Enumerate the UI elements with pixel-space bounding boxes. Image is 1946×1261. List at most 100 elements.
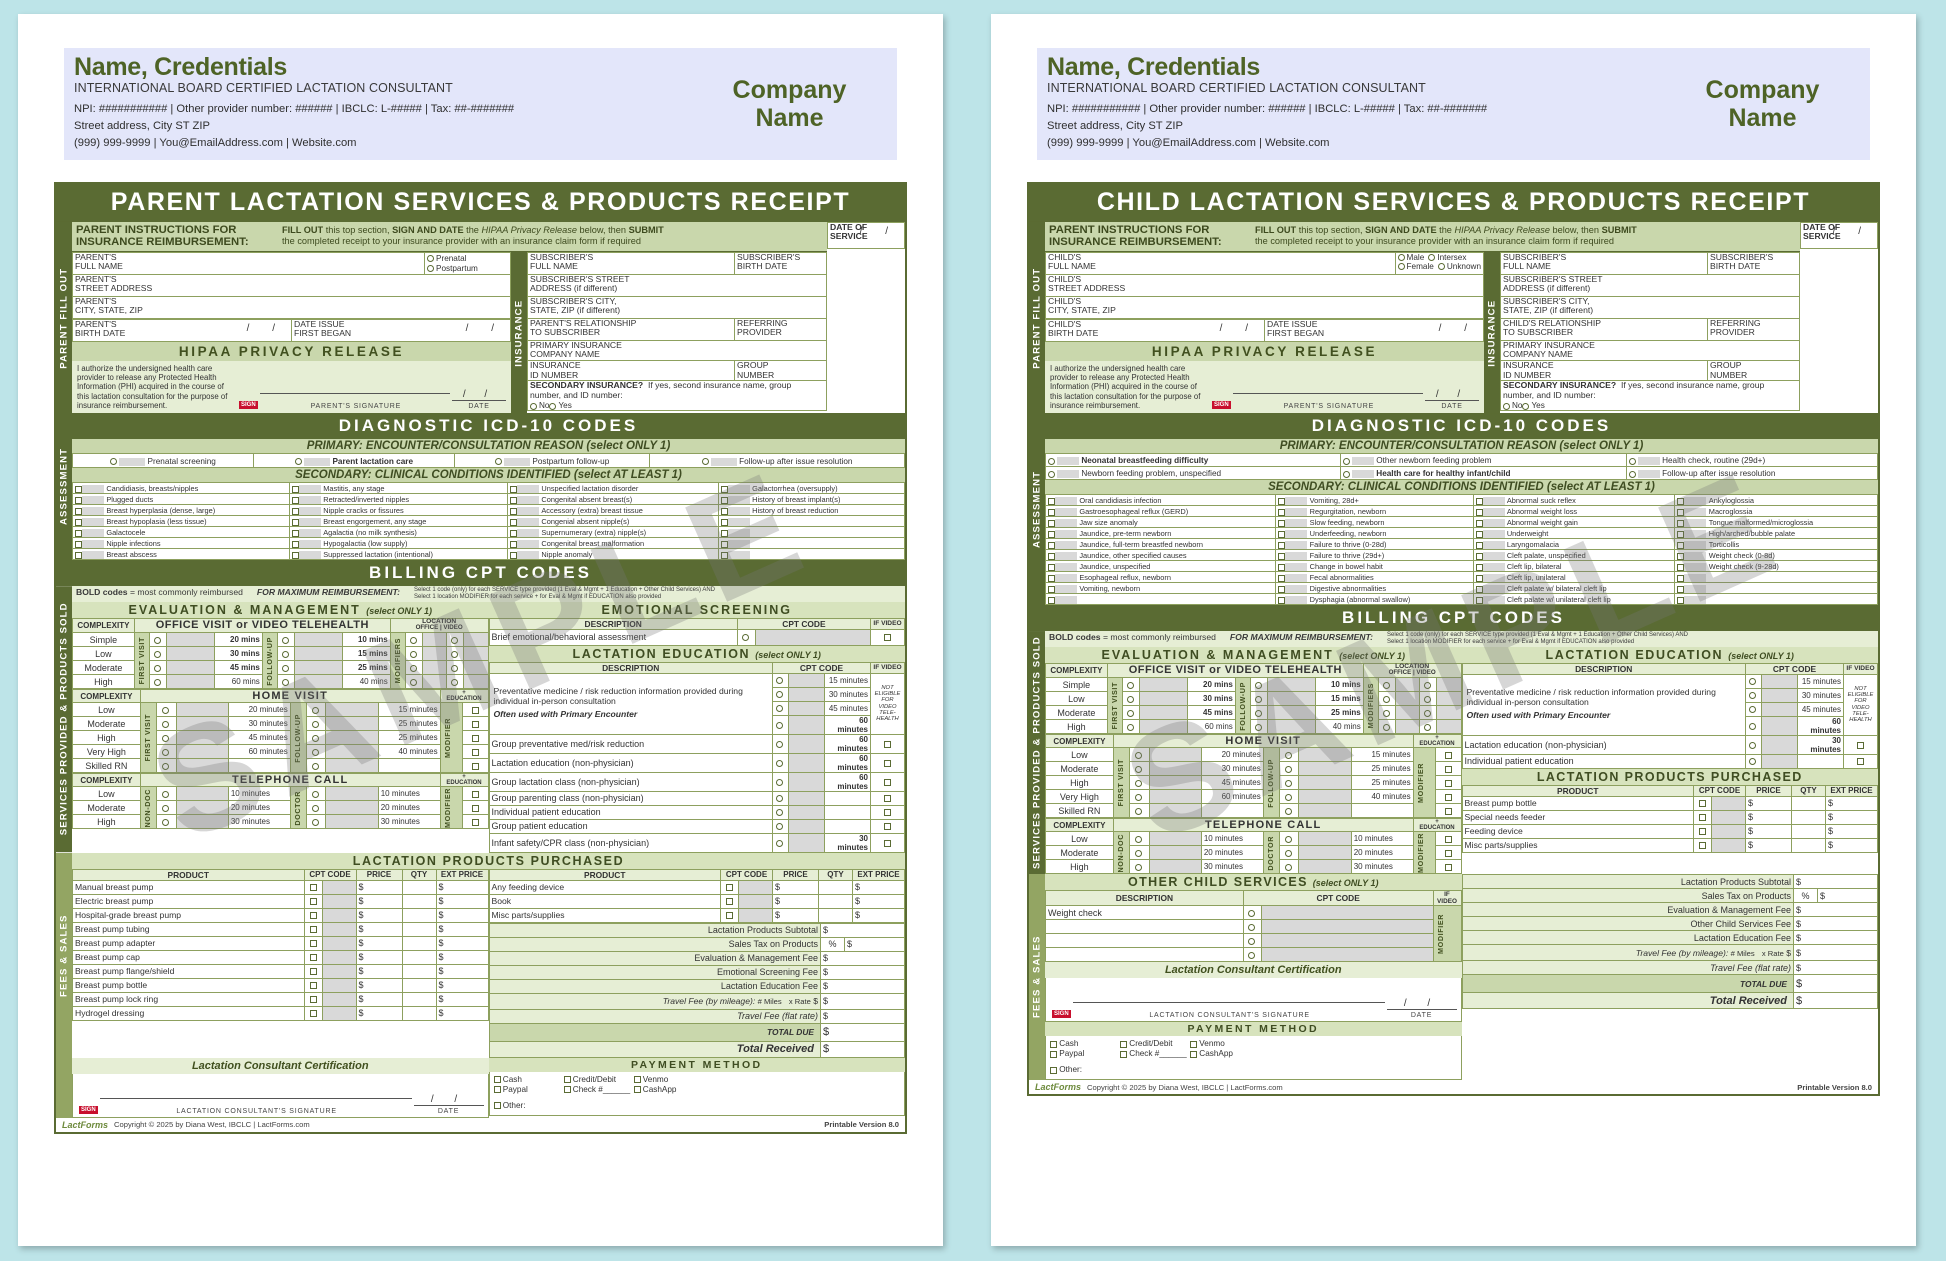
checkbox-icon[interactable]: [75, 551, 82, 559]
product-code[interactable]: [321, 977, 357, 993]
radio-icon[interactable]: [161, 819, 169, 827]
condition-checkbox-cell[interactable]: History of breast reduction: [717, 504, 906, 517]
radio-icon[interactable]: [450, 651, 458, 659]
checkbox-icon[interactable]: [1699, 814, 1706, 822]
condition-checkbox-cell[interactable]: Failure to thrive (29d+): [1275, 549, 1474, 562]
other-radio[interactable]: [1242, 905, 1262, 921]
product-price[interactable]: $: [355, 893, 403, 909]
first-visit-code[interactable]: [175, 702, 229, 718]
modifier-video-code[interactable]: [463, 646, 489, 662]
modifier-office-radio[interactable]: [1377, 677, 1397, 693]
checkbox-icon[interactable]: [510, 551, 518, 559]
product-ext-price[interactable]: $: [852, 879, 905, 895]
product-code[interactable]: [1711, 837, 1746, 853]
product-price[interactable]: $: [772, 907, 819, 923]
first-visit-radio[interactable]: [1122, 719, 1141, 735]
follow-up-code[interactable]: [1298, 789, 1352, 805]
radio-icon[interactable]: [776, 740, 783, 748]
emotional-code[interactable]: [754, 628, 872, 646]
product-price[interactable]: $: [355, 921, 403, 937]
date-of-service-field[interactable]: DATE OF SERVICE / /: [827, 221, 905, 249]
nondoc-code[interactable]: [1148, 845, 1202, 861]
radio-icon[interactable]: [450, 679, 458, 687]
checkbox-icon[interactable]: [309, 884, 317, 892]
tax-percent[interactable]: %: [820, 936, 845, 952]
primary-option[interactable]: Newborn feeding problem, unspecified: [1045, 466, 1341, 481]
fee-amount[interactable]: $: [1793, 930, 1878, 946]
condition-checkbox-cell[interactable]: Plugged ducts: [72, 493, 290, 506]
condition-checkbox-cell[interactable]: Underweight: [1472, 527, 1676, 540]
radio-icon[interactable]: [776, 795, 783, 803]
product-code[interactable]: [321, 1005, 357, 1021]
checkbox-icon[interactable]: [510, 496, 518, 504]
modifier-video-code[interactable]: [1436, 719, 1462, 735]
checkbox-icon[interactable]: [1475, 519, 1483, 527]
checkbox-icon[interactable]: [1278, 574, 1286, 582]
nondoc-radio[interactable]: [156, 800, 177, 816]
product-price[interactable]: $: [1745, 795, 1792, 811]
street-field[interactable]: CHILD'S STREET ADDRESS: [1045, 273, 1484, 297]
date-line[interactable]: [452, 400, 506, 402]
checkbox-icon[interactable]: [720, 540, 728, 548]
lacted-radio[interactable]: [772, 771, 789, 792]
checkbox-icon[interactable]: [1050, 1066, 1057, 1074]
first-visit-code[interactable]: [1139, 677, 1189, 693]
fee-amount[interactable]: $: [820, 922, 905, 938]
radio-icon[interactable]: [1437, 262, 1445, 270]
follow-up-radio[interactable]: [276, 660, 296, 676]
prev-med-code[interactable]: [788, 672, 825, 688]
radio-icon[interactable]: [311, 735, 319, 743]
checkbox-icon[interactable]: [1048, 508, 1055, 516]
product-ext-price[interactable]: $: [435, 963, 489, 979]
follow-up-code[interactable]: [1267, 691, 1317, 707]
checkbox-icon[interactable]: [309, 898, 317, 906]
lacted-video-check[interactable]: [870, 752, 905, 773]
doctor-code[interactable]: [1298, 845, 1352, 861]
radio-icon[interactable]: [1749, 678, 1756, 686]
checkbox-icon[interactable]: [1475, 541, 1483, 549]
primary-option[interactable]: Parent lactation care: [253, 453, 456, 469]
fee-amount[interactable]: $: [1793, 916, 1878, 932]
total-received-amount[interactable]: $: [1793, 992, 1878, 1010]
status-options[interactable]: Prenatal Postpartum: [424, 251, 511, 275]
radio-icon[interactable]: [1284, 836, 1292, 844]
checkbox-icon[interactable]: [75, 529, 82, 537]
follow-up-code[interactable]: [1267, 719, 1317, 735]
condition-checkbox-cell[interactable]: Weight check (9-28d): [1674, 560, 1878, 573]
first-visit-radio[interactable]: [156, 730, 177, 746]
checkbox-icon[interactable]: [471, 805, 479, 813]
radio-icon[interactable]: [776, 778, 783, 786]
radio-icon[interactable]: [311, 707, 319, 715]
radio-icon[interactable]: [1522, 402, 1530, 410]
radio-icon[interactable]: [1134, 780, 1142, 788]
payment-option[interactable]: Other:: [1050, 1065, 1082, 1074]
condition-checkbox-cell[interactable]: Suppressed lactation (intentional): [288, 548, 509, 561]
product-check[interactable]: [720, 907, 739, 923]
modifier-video-radio[interactable]: [446, 660, 465, 676]
follow-up-radio[interactable]: [306, 744, 327, 760]
primary-option[interactable]: Follow-up after issue resolution: [1625, 466, 1879, 481]
checkbox-icon[interactable]: [1444, 752, 1452, 760]
referring-provider-field[interactable]: REFERRING PROVIDER: [1707, 317, 1800, 341]
subscriber-city-field[interactable]: SUBSCRIBER'S CITY, STATE, ZIP (if differe…: [527, 295, 827, 319]
follow-up-code[interactable]: [1298, 803, 1352, 819]
radio-icon[interactable]: [1342, 470, 1350, 478]
product-code[interactable]: [1711, 809, 1746, 825]
travel-mileage-amount[interactable]: $: [820, 992, 905, 1010]
modifier-radio[interactable]: [1434, 761, 1462, 777]
follow-up-code[interactable]: [1298, 747, 1352, 763]
condition-checkbox-cell[interactable]: Supernumerary (extra) nipple(s): [507, 526, 719, 539]
follow-up-code[interactable]: [325, 730, 379, 746]
checkbox-icon[interactable]: [1444, 808, 1452, 816]
first-visit-radio[interactable]: [156, 744, 177, 760]
primary-option[interactable]: Health check, routine (29d+): [1625, 453, 1879, 468]
checkbox-icon[interactable]: [1677, 541, 1685, 549]
condition-checkbox-cell[interactable]: Unspecified lactation disorder: [507, 482, 719, 495]
follow-up-radio[interactable]: [1279, 761, 1300, 777]
radio-option[interactable]: Yes: [549, 401, 572, 410]
checkbox-icon[interactable]: [720, 529, 728, 537]
radio-icon[interactable]: [1284, 864, 1292, 872]
product-check[interactable]: [303, 921, 323, 937]
prev-med-radio[interactable]: [1745, 673, 1762, 689]
product-check[interactable]: [1693, 809, 1712, 825]
